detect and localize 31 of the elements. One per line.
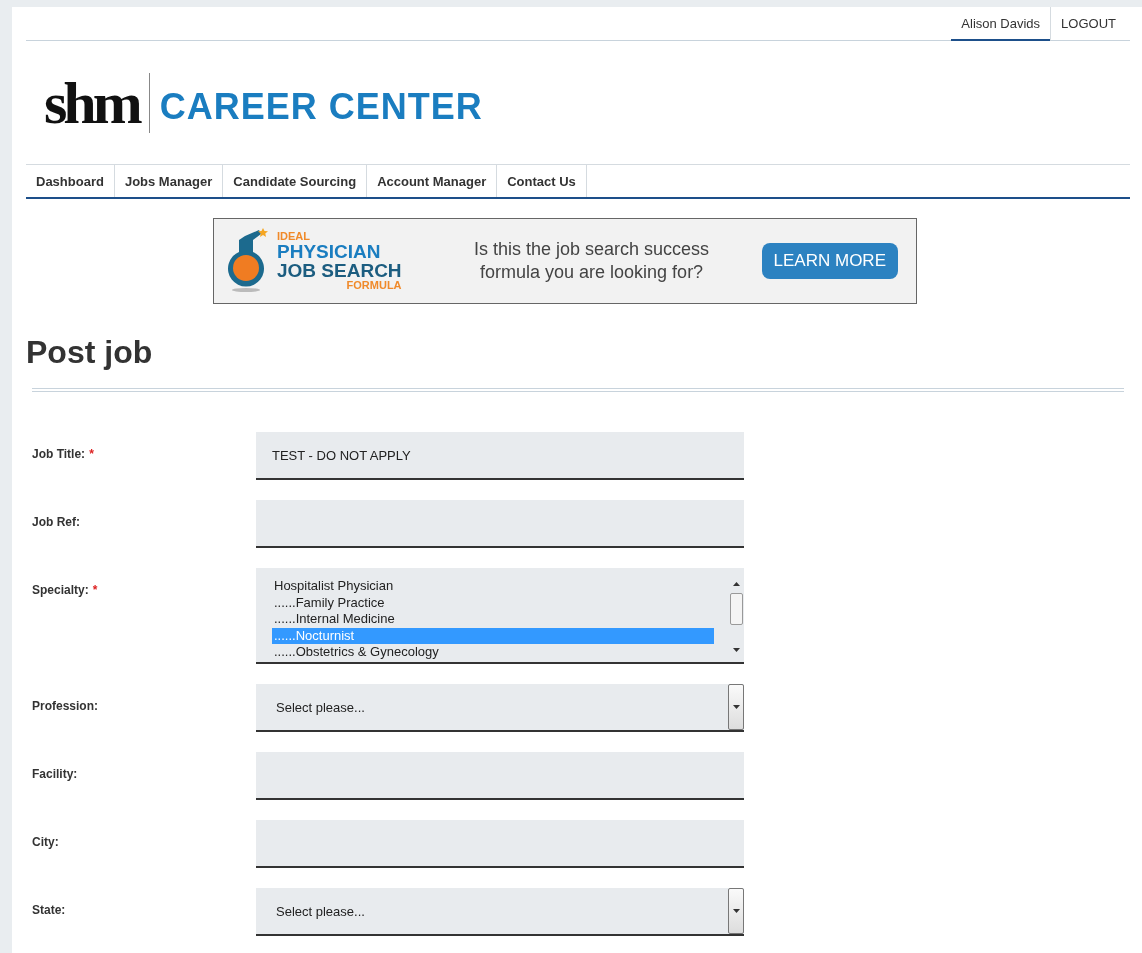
logo-name: CAREER CENTER xyxy=(159,84,483,128)
field-label: Profession: xyxy=(31,698,99,713)
page-title: Post job xyxy=(26,334,154,372)
text-field[interactable]: TEST - DO NOT APPLY xyxy=(256,432,744,480)
list-box[interactable]: Hospitalist Physician ......Family Practice ......Internal Medicine ......Nocturnist ......Obstetrics & Gynecology xyxy=(256,568,744,664)
brand-text: JOB SEARCH xyxy=(277,261,402,280)
field-label: Specialty: * xyxy=(31,582,99,597)
nav-tab[interactable]: Jobs Manager xyxy=(114,165,224,197)
user-menu-link[interactable]: LOGOUT xyxy=(1050,7,1126,41)
list-option[interactable]: Hospitalist Physician xyxy=(272,578,714,595)
list-option[interactable]: ......Internal Medicine xyxy=(272,611,714,628)
field-label: Facility: xyxy=(31,766,79,781)
list-option[interactable]: ......Obstetrics & Gynecology xyxy=(272,644,714,661)
field-label: State: xyxy=(31,902,67,917)
field-label: City: xyxy=(31,834,60,849)
list-option[interactable]: ......Family Practice xyxy=(272,594,714,611)
field-label: Job Title: * xyxy=(31,446,95,461)
select-field[interactable]: Select please... xyxy=(256,684,744,732)
nav-tab[interactable]: Account Manager xyxy=(367,165,498,197)
nav-tab[interactable]: Candidate Sourcing xyxy=(223,165,368,197)
select-field[interactable]: Select please... xyxy=(256,888,744,936)
nav-tab[interactable]: Contact Us xyxy=(497,165,587,197)
banner-message: Is this the job search success formula you are looking for? xyxy=(473,237,711,284)
field-label: Job Ref: xyxy=(31,514,81,529)
brand-text: FORMULA xyxy=(346,280,402,291)
brand-text: PHYSICIAN xyxy=(277,242,382,261)
brand-text: IDEAL xyxy=(277,231,310,242)
learn-more-button[interactable]: LEARN MORE xyxy=(761,243,898,279)
user-menu-link[interactable]: Alison Davids xyxy=(951,7,1051,41)
logo-mark: shm xyxy=(44,72,150,133)
nav-tab[interactable]: Dashboard xyxy=(26,165,115,197)
